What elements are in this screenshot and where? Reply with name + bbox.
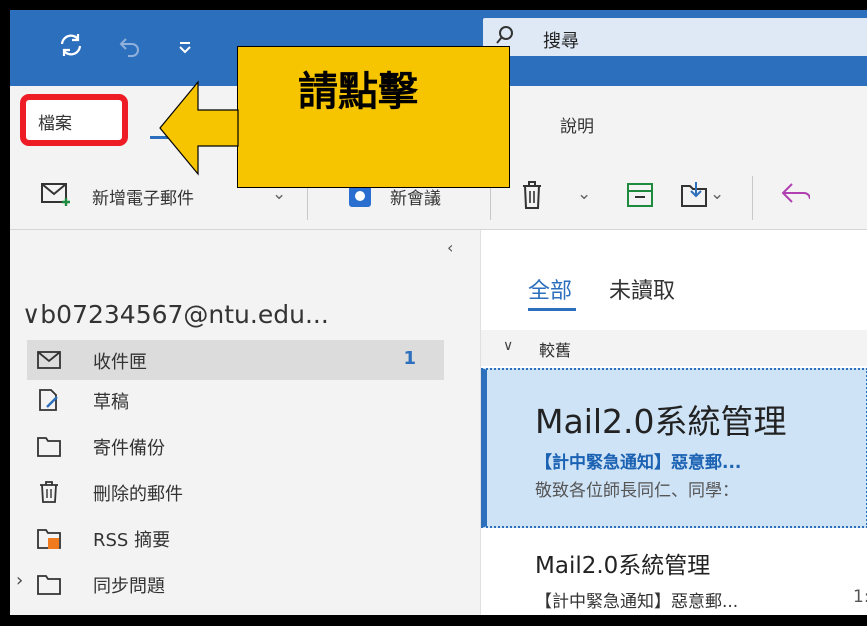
active-tab-indicator [528,308,576,311]
collapse-pane-icon[interactable]: ‹ [447,238,453,257]
drafts-icon [39,389,58,411]
folder-sent[interactable]: 寄件備份 [27,426,444,466]
message-sender: Mail2.0系統管理 [535,553,711,579]
folder-icon [37,437,61,457]
folder-deleted[interactable]: 刪除的郵件 [27,472,444,512]
folder-label: 草稿 [93,392,129,413]
callout-text: 請點擊 [298,68,418,115]
outlook-window: 搜尋 檔案 說明 新增電子郵件 ⌄ 新會議 ⌄ ⌄ ‹ ∨b07234567@n… [10,10,867,615]
customize-icon[interactable] [178,40,192,54]
folder-label: 寄件備份 [93,438,165,459]
undo-icon[interactable] [118,34,142,58]
archive-icon[interactable] [626,182,654,208]
trash-icon [40,481,58,503]
move-icon[interactable] [680,180,708,208]
folder-inbox[interactable]: 收件匣 1 [27,340,444,380]
folder-sync-issues[interactable]: 同步問題 [27,564,444,604]
tab-file[interactable]: 檔案 [20,94,128,146]
sync-icon[interactable] [58,32,84,58]
message-item-selected[interactable]: Mail2.0系統管理 【計中緊急通知】惡意郵... 敬致各位師長同仁、同學： … [481,368,867,528]
inbox-icon [37,351,61,369]
chevron-down-icon: ∨ [503,338,514,354]
move-dropdown-icon[interactable]: ⌄ [710,184,724,204]
tab-unread[interactable]: 未讀取 [609,273,675,305]
new-email-button[interactable]: 新增電子郵件 [92,184,194,209]
group-label: 較舊 [539,341,572,360]
folder-label: 刪除的郵件 [93,484,183,505]
folder-label: 收件匣 [93,352,147,373]
callout-arrow-icon [159,80,239,176]
expand-chevron-icon[interactable]: › [16,570,23,591]
delete-dropdown-icon[interactable]: ⌄ [577,184,591,204]
message-item[interactable]: Mail2.0系統管理 【計中緊急通知】惡意郵... 1: [481,532,867,615]
tab-help[interactable]: 說明 [560,112,594,137]
toolbar-separator [752,176,753,220]
search-icon [496,26,513,44]
instruction-callout: 請點擊 [237,46,510,188]
reply-icon[interactable] [780,180,810,208]
folder-drafts[interactable]: 草稿 [27,380,444,420]
new-email-icon [41,183,70,206]
rss-folder-icon [37,529,61,549]
folder-rss[interactable]: RSS 摘要 [27,518,444,558]
group-header[interactable]: ∨ 較舊 [481,330,867,366]
message-list: 全部 未讀取 ∨ 較舊 Mail2.0系統管理 【計中緊急通知】惡意郵... 敬… [480,230,867,615]
unread-count: 1 [403,348,416,369]
folder-label: RSS 摘要 [93,530,171,551]
folder-pane: ‹ ∨b07234567@ntu.edu... 收件匣 1 草稿 寄件備份 刪除… [10,230,480,615]
message-side-info: 1: [853,587,867,607]
message-subject: 【計中緊急通知】惡意郵... [535,592,739,612]
account-header[interactable]: ∨b07234567@ntu.edu... [22,300,329,329]
message-sender: Mail2.0系統管理 [535,402,787,441]
tab-all[interactable]: 全部 [528,273,572,305]
delete-icon[interactable] [520,180,544,210]
message-subject: 【計中緊急通知】惡意郵... [535,453,742,473]
folder-icon [37,575,61,595]
tab-file-label: 檔案 [38,114,72,134]
message-preview: 敬致各位師長同仁、同學： [535,481,739,501]
search-box[interactable]: 搜尋 [483,18,867,56]
folder-label: 同步問題 [93,576,165,597]
search-placeholder: 搜尋 [543,31,579,52]
